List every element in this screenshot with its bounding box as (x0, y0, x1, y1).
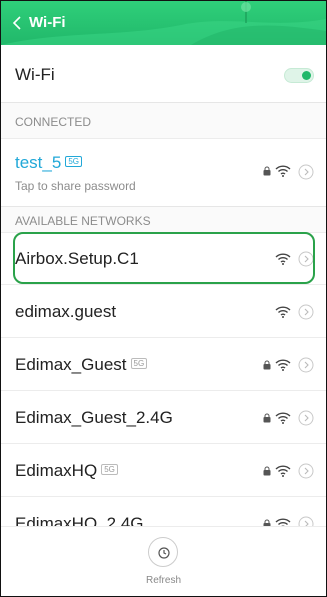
wifi-toggle-label: Wi-Fi (15, 65, 55, 84)
lock-icon (263, 166, 271, 176)
chevron-right-circle-icon[interactable] (298, 304, 314, 320)
wifi-toggle-switch[interactable] (284, 68, 314, 83)
connected-network-subtitle: Tap to share password (15, 179, 136, 193)
chevron-right-circle-icon[interactable] (298, 357, 314, 373)
band-badge: 5G (101, 464, 118, 476)
network-name: EdimaxHQ 5G (15, 461, 118, 481)
network-name: Airbox.Setup.C1 (15, 249, 139, 269)
network-name-text: edimax.guest (15, 302, 117, 321)
wifi-signal-icon (275, 306, 291, 318)
network-row[interactable]: Airbox.Setup.C1 (1, 233, 326, 285)
network-name-text: Edimax_Guest (15, 355, 127, 374)
header-bar: Wi-Fi (1, 1, 326, 45)
network-row[interactable]: Edimax_Guest 5G (1, 339, 326, 391)
wifi-signal-icon (275, 165, 291, 177)
wifi-signal-icon (275, 412, 291, 424)
network-name: Edimax_Guest 5G (15, 355, 148, 375)
chevron-right-circle-icon[interactable] (298, 410, 314, 426)
screen: Wi-Fi Wi-Fi CONNECTED test_5 5G Tap to sh… (0, 0, 327, 597)
chevron-right-circle-icon[interactable] (298, 251, 314, 267)
band-badge: 5G (65, 156, 82, 168)
page-title: Wi-Fi (29, 14, 66, 31)
refresh-label: Refresh (145, 575, 181, 586)
connected-network-row[interactable]: test_5 5G Tap to share password (1, 139, 326, 207)
bottom-bar: Refresh (1, 526, 326, 596)
wifi-signal-icon (275, 359, 291, 371)
network-row[interactable]: Edimax_Guest_2.4G (1, 392, 326, 444)
network-row[interactable]: EdimaxHQ 5G (1, 445, 326, 497)
network-name: Edimax_Guest_2.4G (15, 408, 173, 428)
band-badge: 5G (130, 358, 148, 370)
refresh-button[interactable] (148, 537, 178, 567)
section-available-label: AVAILABLE NETWORKS (15, 214, 151, 228)
wifi-signal-icon (275, 253, 291, 265)
chevron-right-circle-icon[interactable] (298, 164, 314, 180)
chevron-right-circle-icon[interactable] (298, 463, 314, 479)
connected-network-name: test_5 5G (15, 153, 82, 173)
wifi-signal-icon (275, 465, 291, 477)
lock-icon (263, 466, 271, 476)
section-connected: CONNECTED (1, 103, 326, 139)
connected-network-name-text: test_5 (15, 153, 62, 172)
section-connected-label: CONNECTED (15, 115, 92, 129)
network-name-text: EdimaxHQ (15, 461, 98, 480)
lock-icon (263, 360, 271, 370)
refresh-icon (158, 547, 170, 559)
lock-icon (263, 413, 271, 423)
network-name: edimax.guest (15, 302, 116, 322)
section-available: AVAILABLE NETWORKS (1, 207, 326, 233)
toggle-knob (302, 71, 311, 80)
network-name-text: Edimax_Guest_2.4G (15, 408, 173, 427)
network-row[interactable]: edimax.guest (1, 286, 326, 338)
network-name-text: Airbox.Setup.C1 (15, 249, 139, 268)
wifi-toggle-row[interactable]: Wi-Fi (1, 45, 326, 103)
chevron-left-icon[interactable] (11, 13, 25, 33)
